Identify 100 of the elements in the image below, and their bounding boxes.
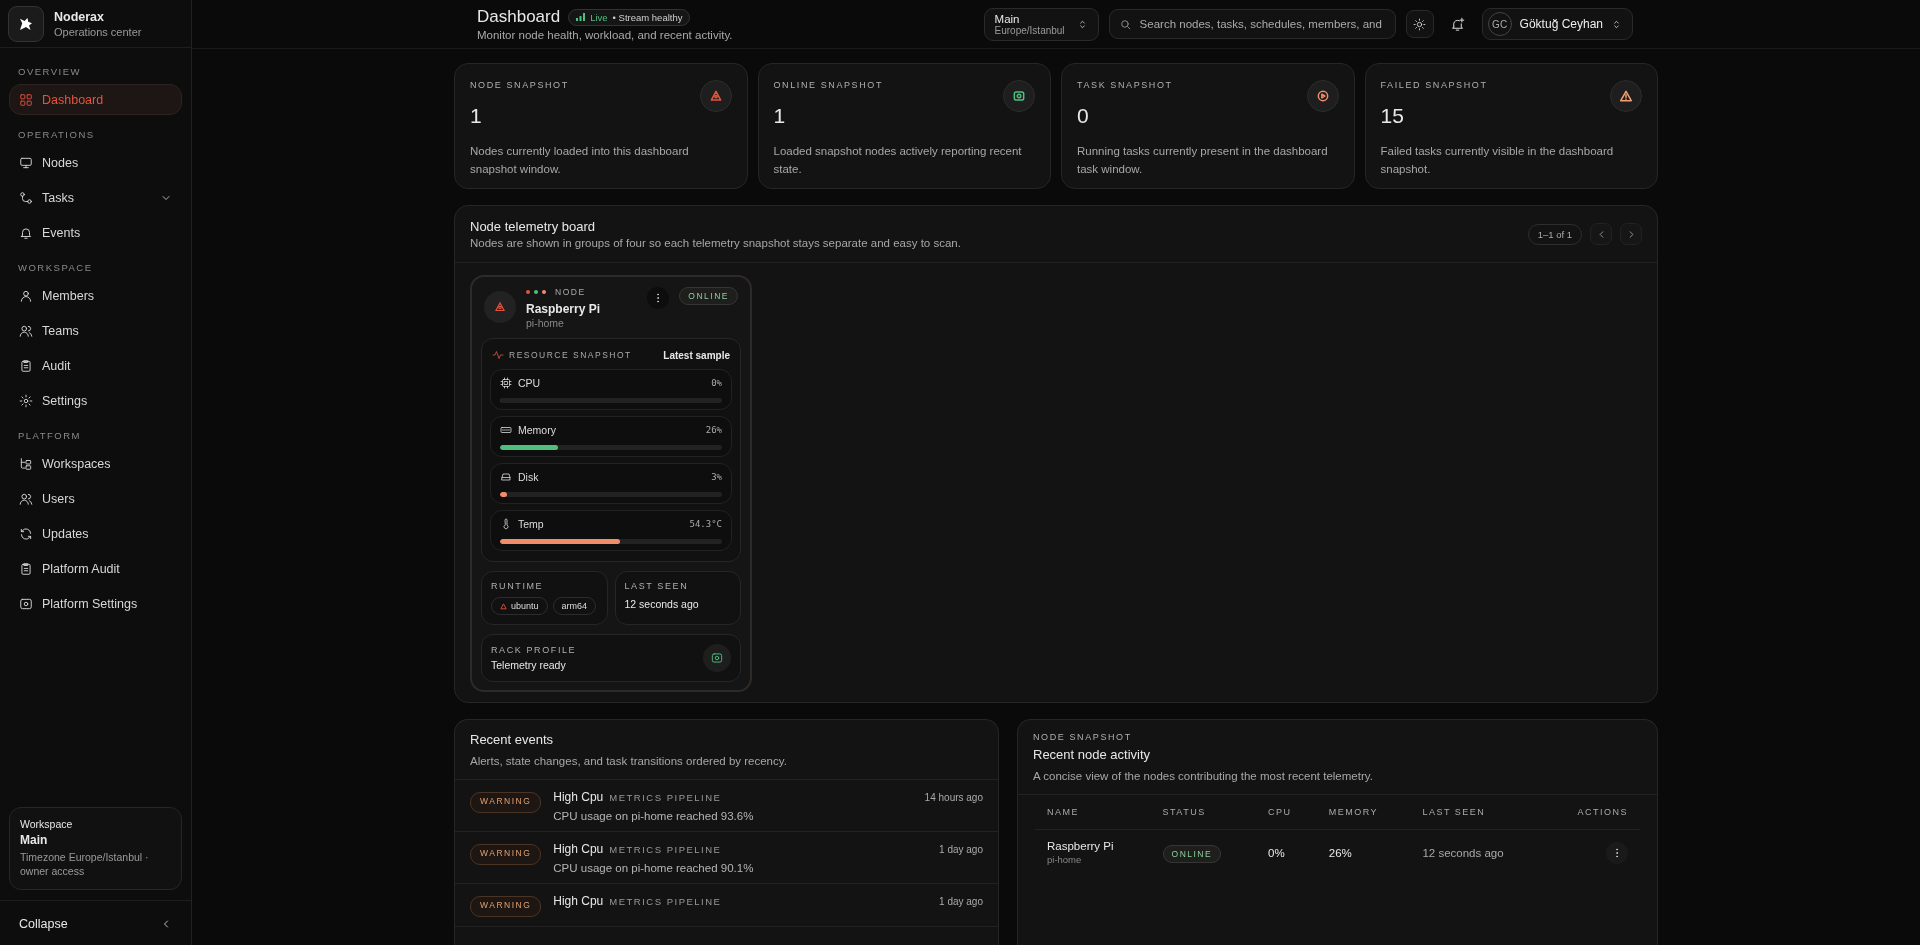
page-subtitle: Monitor node health, workload, and recent activity. — [477, 29, 734, 41]
sun-icon — [1413, 17, 1427, 31]
panel-subtitle: Alerts, state changes, and task transitions ordered by recency. — [470, 755, 788, 767]
monitor-icon — [19, 155, 33, 170]
column-header: CPU — [1256, 795, 1317, 830]
event-source: METRICS PIPELINE — [609, 792, 722, 803]
rack-profile-label: RACK PROFILE — [491, 645, 577, 655]
resource-title: RESOURCE SNAPSHOT — [509, 350, 633, 360]
event-time: 1 day ago — [939, 896, 983, 907]
status-badge: ONLINE — [679, 287, 738, 305]
event-title: High Cpu — [553, 790, 604, 804]
event-row[interactable]: WARNING High Cpu METRICS PIPELINE 1 day ago CPU usage on pi-home reached 90.1% — [455, 832, 998, 884]
metric-reading: 26% — [705, 425, 722, 435]
previous-page-button[interactable] — [1590, 223, 1612, 245]
more-button[interactable] — [1606, 841, 1628, 864]
connected-nodes-icon — [19, 190, 33, 205]
stat-value: 0 — [1077, 104, 1090, 128]
rack-profile-button[interactable] — [703, 644, 731, 672]
event-row[interactable]: WARNING High Cpu METRICS PIPELINE 14 hours ago CPU usage on pi-home reached 93.6% — [455, 780, 998, 832]
sample-label: Latest sample — [663, 349, 730, 361]
stat-label: FAILED SNAPSHOT — [1380, 80, 1488, 92]
status-badge: ONLINE — [1162, 844, 1222, 863]
stat-description: Failed tasks currently visible in the dashboard snapshot. — [1380, 144, 1615, 178]
users-icon — [19, 323, 33, 338]
activity-icon — [492, 349, 504, 361]
theme-toggle-button[interactable] — [1405, 10, 1434, 38]
status-badge: Live • Stream healthy — [568, 8, 691, 26]
stat-description: Nodes currently loaded into this dashboard snapshot window. — [470, 144, 690, 178]
bell-icon — [19, 225, 33, 240]
section-heading: PLATFORM — [17, 429, 83, 443]
sidebar-item[interactable]: Dashboard — [9, 84, 182, 115]
grid-icon — [19, 92, 33, 107]
sidebar-item[interactable]: Audit — [9, 350, 182, 381]
stat-label: ONLINE SNAPSHOT — [773, 80, 884, 92]
stat-description: Running tasks currently present in the dashboard task window. — [1077, 144, 1329, 178]
node-kicker: NODE — [555, 287, 586, 297]
column-header: STATUS — [1150, 795, 1257, 830]
event-time: 14 hours ago — [924, 792, 983, 803]
metric-label: Temp — [518, 518, 544, 530]
event-source: METRICS PIPELINE — [609, 844, 722, 855]
user-menu[interactable]: GC Göktuğ Ceyhan — [1481, 8, 1633, 40]
metric-label: CPU — [518, 377, 541, 389]
event-message: CPU usage on pi-home reached 93.6% — [553, 810, 755, 822]
stat-label: TASK SNAPSHOT — [1077, 80, 1173, 92]
panel-title: Recent events — [470, 732, 555, 747]
stat-value: 15 — [1380, 104, 1405, 128]
sidebar-item[interactable]: Tasks — [9, 182, 182, 213]
table-cell: 0% — [1256, 829, 1317, 875]
sidebar-item[interactable]: Users — [9, 483, 182, 514]
workspace-card[interactable]: Workspace Main Timezone Europe/Istanbul · owner access — [9, 806, 182, 890]
severity-badge: WARNING — [470, 792, 542, 813]
sidebar-item[interactable]: Teams — [9, 315, 182, 346]
workspace-select[interactable]: Main Europe/Istanbul — [983, 7, 1099, 41]
collapse-button[interactable]: Collapse — [0, 900, 191, 945]
sidebar-item[interactable]: Events — [9, 217, 182, 248]
panel-title: Node telemetry board — [470, 219, 596, 234]
brand-subtitle: Operations center — [54, 25, 142, 38]
stat-description: Loaded snapshot nodes actively reporting recent state. — [773, 144, 1023, 178]
table-cell: 12 seconds ago — [1410, 829, 1545, 875]
search-field[interactable]: Search nodes, tasks, schedules, members, and — [1108, 9, 1396, 39]
node-logo-icon — [484, 291, 516, 323]
severity-badge: WARNING — [470, 844, 542, 865]
column-header: ACTIONS — [1544, 795, 1640, 830]
more-button[interactable] — [647, 287, 670, 309]
sidebar-item[interactable]: Members — [9, 280, 182, 311]
event-row[interactable]: WARNING High Cpu METRICS PIPELINE 1 day ago — [455, 884, 998, 927]
tree-icon — [19, 456, 33, 471]
triangle-icon — [500, 602, 507, 610]
sidebar-item[interactable]: Platform Settings — [9, 588, 182, 619]
stat-value: 1 — [773, 104, 787, 128]
section-heading: OVERVIEW — [17, 65, 83, 79]
chevron-up-down-icon — [1611, 18, 1622, 30]
panel-subtitle: Nodes are shown in groups of four so each telemetry snapshot stays separate and easy to scan. — [470, 237, 961, 249]
next-page-button[interactable] — [1620, 223, 1642, 245]
stat-value: 1 — [470, 104, 483, 128]
section-heading: OPERATIONS — [17, 128, 96, 142]
panel-title: Recent node activity — [1033, 747, 1152, 762]
last-seen-value: 12 seconds ago — [624, 598, 700, 610]
users-icon — [19, 491, 33, 506]
refresh-icon — [19, 526, 33, 541]
sidebar-item[interactable]: Platform Audit — [9, 553, 182, 584]
node-host: pi-home — [1047, 854, 1083, 865]
node-name: Raspberry Pi — [1047, 840, 1115, 852]
metric-label: Disk — [518, 471, 539, 483]
sidebar-item[interactable]: Settings — [9, 385, 182, 416]
memory-icon — [500, 424, 512, 436]
metric-reading: 0% — [711, 378, 722, 388]
signal-bars-icon — [576, 13, 586, 21]
chip-icon — [710, 651, 724, 665]
sidebar-item[interactable]: Workspaces — [9, 448, 182, 479]
clipboard-icon — [19, 358, 33, 373]
sidebar-item[interactable]: Updates — [9, 518, 182, 549]
column-header: MEMORY — [1316, 795, 1411, 830]
thermometer-icon — [500, 518, 512, 530]
stat-label: NODE SNAPSHOT — [470, 80, 569, 92]
sidebar-item[interactable]: Nodes — [9, 147, 182, 178]
runtime-label: RUNTIME — [491, 581, 545, 591]
metric-reading: 3% — [711, 472, 722, 482]
bell-plus-icon — [1450, 16, 1466, 32]
settings-icon — [19, 596, 33, 611]
